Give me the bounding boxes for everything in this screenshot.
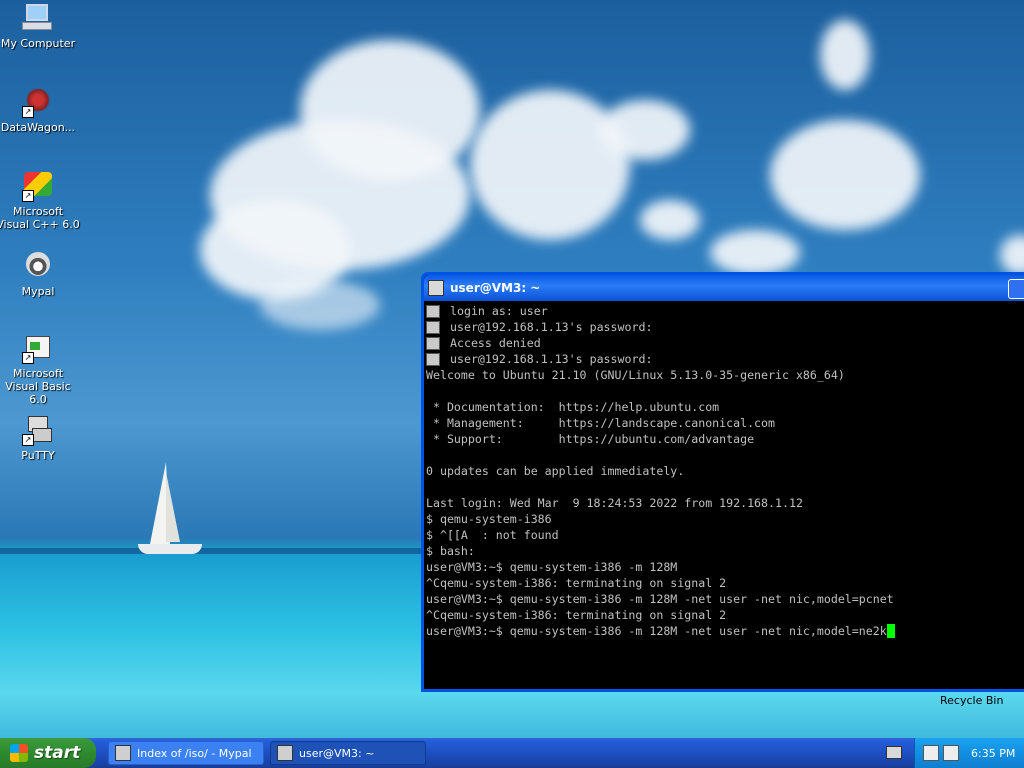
shortcut-arrow-icon: ↗ bbox=[22, 352, 34, 364]
terminal-text: ^Cqemu-system-i386: terminating on signa… bbox=[426, 576, 727, 590]
terminal-line: * Documentation: https://help.ubuntu.com bbox=[426, 399, 1024, 415]
window-title: user@VM3: ~ bbox=[450, 281, 541, 295]
putty-icon: ↗ bbox=[22, 414, 54, 446]
desktop-icon-my-computer[interactable]: My Computer bbox=[0, 2, 80, 50]
terminal-text: * Management: https://landscape.canonica… bbox=[426, 416, 776, 430]
terminal-text: user@192.168.1.13's password: bbox=[450, 320, 653, 334]
desktop-icon-visual-basic[interactable]: ↗ Microsoft Visual Basic 6.0 bbox=[0, 332, 80, 406]
putty-icon bbox=[428, 280, 444, 296]
terminal-text: * Documentation: https://help.ubuntu.com bbox=[426, 400, 720, 414]
start-label: start bbox=[34, 743, 81, 763]
clock[interactable]: 6:35 PM bbox=[971, 747, 1015, 760]
putty-icon bbox=[426, 352, 440, 366]
desktop-icon-label: My Computer bbox=[0, 37, 76, 50]
terminal-text: $ ^[[A : not found bbox=[426, 528, 559, 542]
terminal-line: * Management: https://landscape.canonica… bbox=[426, 415, 1024, 431]
terminal-line: $ bash: bbox=[426, 543, 1024, 559]
terminal-line: Last login: Wed Mar 9 18:24:53 2022 from… bbox=[426, 495, 1024, 511]
terminal-text: Last login: Wed Mar 9 18:24:53 2022 from… bbox=[426, 496, 803, 510]
desktop-icon-label: Microsoft Visual C++ 6.0 bbox=[0, 205, 80, 231]
keyboard-icon[interactable] bbox=[886, 746, 902, 759]
terminal-text: 0 updates can be applied immediately. bbox=[426, 464, 685, 478]
visual-basic-icon: ↗ bbox=[22, 332, 54, 364]
mypal-icon bbox=[115, 745, 131, 761]
desktop-icon-label: PuTTY bbox=[21, 449, 55, 462]
x-server-icon[interactable] bbox=[923, 745, 939, 761]
terminal-line: user@VM3:~$ qemu-system-i386 -m 128M -ne… bbox=[426, 591, 1024, 607]
terminal-line: Access denied bbox=[426, 335, 1024, 351]
terminal-area[interactable]: login as: user user@192.168.1.13's passwo… bbox=[424, 301, 1024, 689]
terminal-line: Welcome to Ubuntu 21.10 (GNU/Linux 5.13.… bbox=[426, 367, 1024, 383]
task-label: Index of /iso/ - Mypal bbox=[137, 746, 252, 760]
terminal-line: ^Cqemu-system-i386: terminating on signa… bbox=[426, 575, 1024, 591]
shortcut-arrow-icon: ↗ bbox=[22, 190, 34, 202]
desktop-icon-label: Mypal bbox=[21, 285, 55, 298]
minimize-button[interactable] bbox=[1008, 279, 1024, 299]
network-icon[interactable] bbox=[943, 745, 959, 761]
terminal-line: 0 updates can be applied immediately. bbox=[426, 463, 1024, 479]
terminal-text: Welcome to Ubuntu 21.10 (GNU/Linux 5.13.… bbox=[426, 368, 845, 382]
computer-icon bbox=[22, 2, 54, 34]
terminal-text: * Support: https://ubuntu.com/advantage bbox=[426, 432, 755, 446]
terminal-text: login as: user bbox=[450, 304, 548, 318]
terminal-line: login as: user bbox=[426, 303, 1024, 319]
desktop-icon-mypal[interactable]: Mypal bbox=[0, 250, 80, 298]
putty-icon bbox=[277, 745, 293, 761]
putty-icon bbox=[426, 336, 440, 350]
terminal-text: $ bash: bbox=[426, 544, 475, 558]
datawagon-icon: ↗ bbox=[22, 86, 54, 118]
terminal-line: user@VM3:~$ qemu-system-i386 -m 128M bbox=[426, 559, 1024, 575]
terminal-text: $ qemu-system-i386 bbox=[426, 512, 552, 526]
desktop-icon-putty[interactable]: ↗ PuTTY bbox=[0, 414, 80, 462]
desktop-icon-label: Microsoft Visual Basic 6.0 bbox=[5, 367, 71, 406]
recycle-bin-label[interactable]: Recycle Bin bbox=[940, 694, 1003, 707]
terminal-line: * Support: https://ubuntu.com/advantage bbox=[426, 431, 1024, 447]
mypal-icon bbox=[22, 250, 54, 282]
taskbar-button-putty[interactable]: user@VM3: ~ bbox=[270, 741, 426, 765]
desktop-icon-visual-cpp[interactable]: ↗ Microsoft Visual C++ 6.0 bbox=[0, 170, 80, 231]
putty-icon bbox=[426, 320, 440, 334]
desktop-icon-datawagon[interactable]: ↗ DataWagon... bbox=[0, 86, 80, 134]
desktop-icon-label: DataWagon... bbox=[0, 121, 76, 134]
terminal-line: $ ^[[A : not found bbox=[426, 527, 1024, 543]
taskbar: start Index of /iso/ - Mypal user@VM3: ~… bbox=[0, 738, 1024, 768]
start-button[interactable]: start bbox=[0, 738, 96, 768]
terminal-line: $ qemu-system-i386 bbox=[426, 511, 1024, 527]
window-titlebar[interactable]: user@VM3: ~ bbox=[424, 275, 1024, 301]
putty-icon bbox=[426, 304, 440, 318]
terminal-line: ^Cqemu-system-i386: terminating on signa… bbox=[426, 607, 1024, 623]
terminal-line: user@192.168.1.13's password: bbox=[426, 351, 1024, 367]
windows-logo-icon bbox=[10, 744, 28, 762]
terminal-cursor bbox=[886, 624, 895, 638]
terminal-line: user@VM3:~$ qemu-system-i386 -m 128M -ne… bbox=[426, 623, 1024, 639]
terminal-text: user@VM3:~$ qemu-system-i386 -m 128M -ne… bbox=[426, 624, 887, 638]
task-label: user@VM3: ~ bbox=[299, 746, 375, 760]
system-tray: 6:35 PM bbox=[914, 738, 1024, 768]
terminal-text: user@VM3:~$ qemu-system-i386 -m 128M -ne… bbox=[426, 592, 894, 606]
shortcut-arrow-icon: ↗ bbox=[22, 434, 34, 446]
shortcut-arrow-icon: ↗ bbox=[22, 106, 34, 118]
terminal-text: user@192.168.1.13's password: bbox=[450, 352, 653, 366]
taskbar-button-mypal[interactable]: Index of /iso/ - Mypal bbox=[108, 741, 264, 765]
putty-window[interactable]: user@VM3: ~ login as: user user@192.168.1… bbox=[421, 272, 1024, 692]
terminal-text: user@VM3:~$ qemu-system-i386 -m 128M bbox=[426, 560, 678, 574]
terminal-text: ^Cqemu-system-i386: terminating on signa… bbox=[426, 608, 727, 622]
visual-cpp-icon: ↗ bbox=[22, 170, 54, 202]
terminal-line: user@192.168.1.13's password: bbox=[426, 319, 1024, 335]
terminal-text: Access denied bbox=[450, 336, 541, 350]
